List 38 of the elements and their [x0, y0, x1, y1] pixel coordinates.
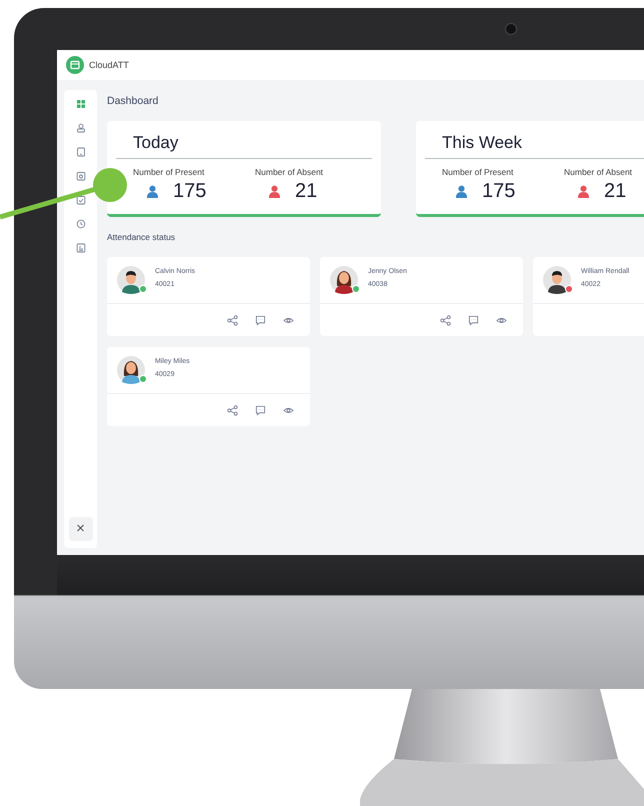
- callout-dot: [93, 168, 127, 202]
- calendar-logo-icon: [66, 56, 84, 74]
- absent-count: 21: [604, 180, 626, 203]
- present-count: 175: [482, 180, 516, 203]
- person-icon: [268, 185, 281, 198]
- stat-label: Number of Absent: [564, 167, 634, 177]
- camera-icon: [505, 23, 517, 35]
- avatar-silhouette-icon: [330, 266, 358, 294]
- close-button[interactable]: ×: [68, 517, 92, 541]
- present-count: 175: [173, 180, 206, 203]
- person-icon: [577, 185, 590, 198]
- share-icon[interactable]: [227, 404, 238, 416]
- check-icon[interactable]: [76, 195, 86, 205]
- share-icon[interactable]: [440, 314, 451, 326]
- person-icon: [455, 185, 468, 198]
- avatar-silhouette-icon: [117, 356, 145, 384]
- stat-label: Number of Present: [442, 167, 514, 177]
- clock-icon[interactable]: [76, 219, 86, 229]
- avatar-silhouette-icon: [543, 266, 571, 294]
- calendar-icon[interactable]: [76, 171, 86, 181]
- stat-label: Number of Absent: [255, 167, 324, 177]
- page-title: Dashboard: [107, 95, 160, 107]
- section-title: Attendance status: [107, 232, 176, 242]
- grid-icon[interactable]: [76, 99, 86, 109]
- message-icon[interactable]: [255, 314, 266, 326]
- tablet-icon[interactable]: [76, 147, 86, 157]
- share-icon[interactable]: [227, 314, 238, 326]
- absent-count: 21: [295, 180, 318, 203]
- card-title: Today: [116, 121, 372, 159]
- message-icon[interactable]: [468, 314, 479, 326]
- avatar-silhouette-icon: [117, 266, 145, 294]
- stat-label: Number of Present: [133, 167, 206, 177]
- user-icon[interactable]: [76, 123, 86, 133]
- card-title: This Week: [425, 121, 644, 159]
- report-icon[interactable]: [76, 243, 86, 253]
- message-icon[interactable]: [255, 404, 266, 416]
- app-name: CloudATT: [89, 60, 129, 70]
- person-icon: [146, 185, 159, 198]
